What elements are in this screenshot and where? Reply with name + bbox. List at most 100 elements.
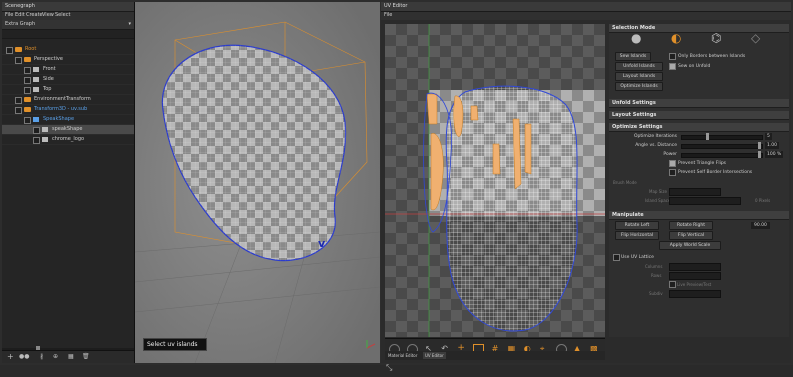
node-icon [33,117,39,122]
rotate-left-button[interactable]: Rotate Left [615,221,659,230]
scenegraph-panel: Scenegraph File Edit Create View Select … [2,2,135,363]
node-icon [42,137,48,142]
tab-material-editor[interactable]: Material Editor [388,352,417,359]
power-slider[interactable] [681,151,763,158]
visibility-checkbox[interactable] [33,137,40,144]
visibility-checkbox[interactable] [15,57,22,64]
layout-settings-header[interactable]: Layout Settings [609,111,789,120]
tree-row[interactable]: Top [2,85,134,95]
prevent-self-checkbox[interactable] [669,169,676,176]
iterations-label: Optimize Iterations [633,134,677,139]
iterations-row: Optimize Iterations 5 [609,132,789,141]
flip-vertical-button[interactable]: Flip Vertical [669,231,713,240]
rotate-right-button[interactable]: Rotate Right [669,221,713,230]
map-size-label: Map Size [649,189,667,194]
group-icon [24,57,31,62]
angle-label: Angle vs. Distance [635,143,677,148]
tooltip-text: Select uv islands [147,341,198,348]
rotate-value[interactable]: 90.00 [751,222,770,229]
rows-label: Rows [651,273,662,278]
uv-editor-panel: UV Editor File ↖ ↶ + # ▦ ◐ ⌖ ▲ ▩ ⤡ Mater… [381,2,791,372]
power-row: Power 100 % [609,150,789,159]
island-space-field[interactable] [669,197,741,205]
tree-row[interactable]: Root [2,45,134,55]
viewport-tooltip: Select uv islands [143,338,207,351]
angle-row: Angle vs. Distance 1.00 [609,141,789,150]
visibility-checkbox[interactable] [15,107,22,114]
power-value[interactable]: 100 % [765,151,784,158]
tree-row[interactable]: Perspective [2,55,134,65]
tool-icon[interactable]: ∦ [40,353,43,360]
menu-file[interactable]: File [5,12,13,19]
sew-on-unfold-checkbox[interactable] [669,63,676,70]
edge-mode-icon[interactable]: ◐ [671,32,681,44]
optimize-settings-header[interactable]: Optimize Settings [609,123,789,132]
uv-island-body[interactable] [445,85,578,332]
grid-icon[interactable]: ▦ [68,353,74,360]
uv-bottom-tabs: Material Editor UV Editor [385,351,605,360]
tree-row[interactable]: EnvironmentTransform [2,95,134,105]
manipulate-header[interactable]: Manipulate [609,211,789,220]
tree-row[interactable]: SpeakShape [2,115,134,125]
face-mode-icon[interactable]: ◇ [751,32,760,44]
iterations-slider[interactable] [681,133,763,140]
angle-value[interactable]: 1.00 [765,142,780,149]
tree-row[interactable]: Front [2,65,134,75]
visibility-checkbox[interactable] [24,87,31,94]
transform-icon[interactable]: ⊕ [53,353,58,360]
vertex-mode-icon[interactable]: ⌬ [711,32,721,44]
optimize-islands-button[interactable]: Optimize Islands [615,82,663,91]
iterations-value[interactable]: 5 [765,133,772,140]
tab-uv-editor[interactable]: UV Editor [423,352,446,359]
menu-edit[interactable]: Edit [15,12,25,19]
brush-mode-label: Brush Mode [613,180,637,185]
prevent-flips-checkbox[interactable] [669,160,676,167]
trash-icon[interactable]: 🗑 [82,353,90,360]
rows-field[interactable] [669,272,721,280]
uv-canvas[interactable] [385,24,605,337]
uv-menu-file[interactable]: File [384,12,392,19]
columns-field[interactable] [669,263,721,271]
tree-row[interactable]: speakShape [2,125,134,135]
iterations-knob[interactable] [706,133,709,140]
graph-dropdown-value: Extra Graph [5,21,36,27]
tree-row-label: Perspective [34,56,63,62]
3d-viewport[interactable]: v Select uv islands [135,2,380,363]
map-size-field[interactable] [669,188,721,196]
visibility-checkbox[interactable] [33,127,40,134]
island-mode-icon[interactable]: ● [631,32,641,44]
graph-dropdown[interactable]: Extra Graph ▾ [2,20,134,30]
angle-knob[interactable] [758,142,761,149]
layout-islands-button[interactable]: Layout Islands [615,72,663,81]
subdiv-field[interactable] [669,290,721,298]
visibility-checkbox[interactable] [24,67,31,74]
sew-islands-button[interactable]: Sew Islands [615,52,651,61]
link-icon[interactable]: ●● [19,353,29,360]
tree-row[interactable]: chrome_logo [2,135,134,145]
unfold-row: Unfold Islands Sew on Unfold [609,61,789,71]
scenegraph-menubar: File Edit Create View Select [2,12,134,20]
add-icon[interactable]: + [7,353,14,361]
flip-horizontal-button[interactable]: Flip Horizontal [615,231,659,240]
visibility-checkbox[interactable] [24,77,31,84]
subdiv-label: Subdiv [649,291,663,296]
menu-create[interactable]: Create [26,12,43,19]
apply-world-scale-button[interactable]: Apply World Scale [659,241,721,250]
visibility-checkbox[interactable] [15,97,22,104]
power-knob[interactable] [758,151,761,158]
visibility-checkbox[interactable] [6,47,13,54]
unfold-islands-button[interactable]: Unfold Islands [615,62,663,71]
flip-icon[interactable]: ⤡ [386,364,395,373]
unfold-settings-header[interactable]: Unfold Settings [609,99,789,108]
tree-row[interactable]: Side [2,75,134,85]
menu-select[interactable]: Select [55,12,70,19]
use-lattice-checkbox[interactable] [613,254,620,261]
search-bar[interactable] [2,30,134,39]
visibility-checkbox[interactable] [24,117,31,124]
live-preview-checkbox[interactable] [669,281,676,288]
only-borders-checkbox[interactable] [669,53,676,60]
tree-row-label: SpeakShape [43,116,75,122]
tree-row[interactable]: Transform3D - uv.sub [2,105,134,115]
menu-view[interactable]: View [42,12,54,19]
angle-slider[interactable] [681,142,763,149]
